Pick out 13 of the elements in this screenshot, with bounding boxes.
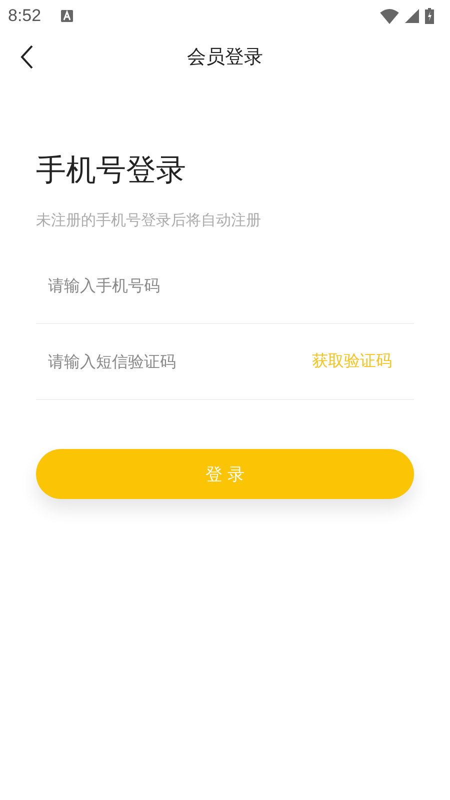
heading: 手机号登录	[36, 152, 187, 190]
wifi-icon	[380, 8, 399, 24]
login-button[interactable]: 登 录	[36, 449, 414, 499]
page-title: 会员登录	[187, 45, 263, 70]
get-code-link[interactable]: 获取验证码	[312, 351, 392, 372]
code-field[interactable]: 请输入短信验证码	[36, 342, 312, 382]
notification-icon	[61, 10, 74, 22]
subtitle: 未注册的手机号登录后将自动注册	[36, 211, 262, 230]
phone-field[interactable]: 请输入手机号码	[36, 266, 414, 306]
status-time: 8:52	[8, 6, 42, 26]
back-icon[interactable]	[20, 45, 34, 69]
signal-icon	[405, 9, 419, 23]
battery-icon	[425, 8, 434, 24]
